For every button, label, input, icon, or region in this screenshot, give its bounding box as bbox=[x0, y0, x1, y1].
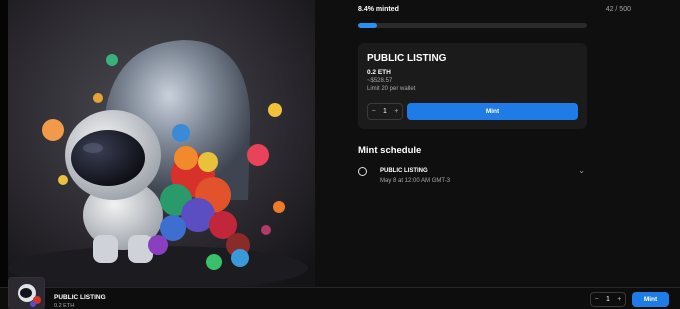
bottom-listing-price: 0.2 ETH bbox=[54, 303, 75, 309]
mint-button[interactable]: Mint bbox=[407, 103, 578, 120]
mint-panel: 8.4% minted 42 / 500 PUBLIC LISTING 0.2 … bbox=[315, 0, 680, 287]
price-usd: ~$528.57 bbox=[367, 78, 393, 84]
schedule-item[interactable]: PUBLIC LISTING May 8 at 12:00 AM GMT-3 ⌄ bbox=[358, 163, 587, 189]
decrement-button[interactable]: − bbox=[372, 108, 376, 115]
quantity-stepper: − 1 + bbox=[367, 103, 403, 120]
minted-percent: 8.4% minted bbox=[358, 6, 399, 13]
nft-thumbnail bbox=[8, 277, 45, 309]
bottom-mint-bar: PUBLIC LISTING 0.2 ETH − 1 + Mint bbox=[0, 277, 680, 309]
bottom-mint-button[interactable]: Mint bbox=[632, 292, 669, 307]
public-listing-card: PUBLIC LISTING 0.2 ETH ~$528.57 Limit 20… bbox=[358, 43, 587, 129]
bottom-quantity-value: 1 bbox=[606, 296, 610, 303]
wallet-limit: Limit 20 per wallet bbox=[367, 86, 416, 92]
astronaut-illustration bbox=[8, 0, 315, 287]
schedule-item-name: PUBLIC LISTING bbox=[380, 168, 428, 174]
mint-schedule-heading: Mint schedule bbox=[358, 145, 422, 156]
listing-title: PUBLIC LISTING bbox=[367, 53, 447, 64]
left-edge bbox=[0, 0, 8, 287]
bottom-increment-button[interactable]: + bbox=[617, 296, 621, 303]
quantity-value: 1 bbox=[383, 108, 387, 115]
schedule-item-date: May 8 at 12:00 AM GMT-3 bbox=[380, 178, 451, 184]
price-eth: 0.2 ETH bbox=[367, 69, 391, 76]
bottom-listing-title: PUBLIC LISTING bbox=[54, 294, 106, 301]
supply-count: 42 / 500 bbox=[605, 6, 631, 13]
increment-button[interactable]: + bbox=[394, 108, 398, 115]
mint-progress-row: 8.4% minted 42 / 500 bbox=[358, 6, 631, 20]
chevron-down-icon[interactable]: ⌄ bbox=[578, 166, 585, 175]
nft-artwork-image bbox=[8, 0, 315, 287]
bottom-decrement-button[interactable]: − bbox=[595, 296, 599, 303]
mint-progress-bar bbox=[358, 23, 587, 28]
radio-unselected-icon bbox=[358, 167, 367, 176]
bottom-quantity-stepper: − 1 + bbox=[590, 292, 626, 307]
mint-progress-fill bbox=[358, 23, 378, 28]
